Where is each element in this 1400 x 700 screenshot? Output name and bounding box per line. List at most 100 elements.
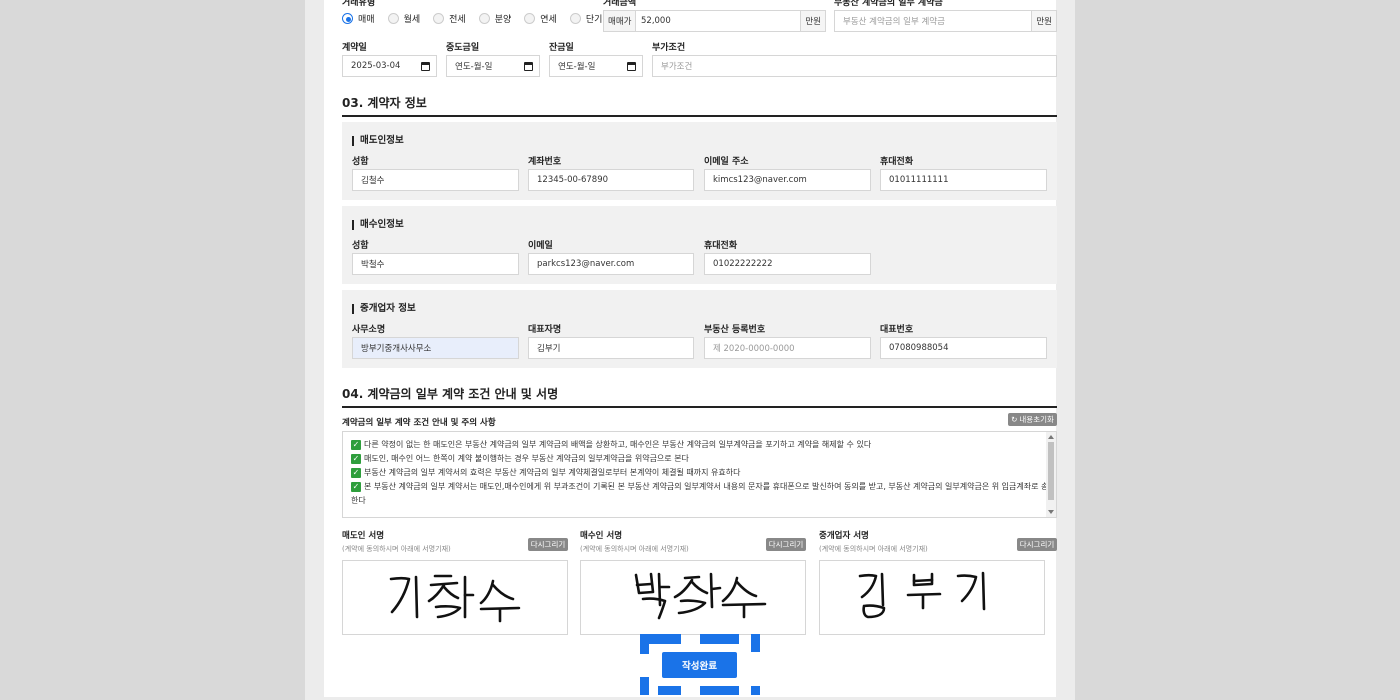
seller-phone-label: 휴대전화	[880, 157, 914, 167]
broker-rep-label: 대표자명	[528, 325, 562, 335]
broker-reg-label: 부동산 등록번호	[704, 325, 766, 335]
seller-signature-drawing	[389, 574, 521, 623]
partial-payment-unit: 만원	[1031, 11, 1056, 31]
submit-button[interactable]: 작성완료	[662, 652, 737, 678]
trade-price-unit: 만원	[800, 11, 825, 31]
seller-signature-title: 매도인 서명	[342, 531, 385, 541]
radio-circle-icon	[569, 13, 581, 24]
radio-deal-type-0[interactable]: 매매	[342, 12, 375, 25]
contract-date-label: 계약일	[342, 43, 367, 53]
trade-price-value: 52,000	[641, 16, 671, 26]
calendar-icon[interactable]	[421, 62, 430, 71]
section-title-terms: 04. 계약금의 일부 계약 조건 안내 및 서명	[342, 387, 559, 401]
seller-redraw-button[interactable]: 다시그리기	[528, 538, 568, 551]
radio-circle-icon	[342, 13, 353, 24]
buyer-signature-canvas[interactable]	[580, 560, 806, 635]
terms-title: 계약금의 일부 계약 조건 안내 및 주의 사항	[342, 418, 496, 428]
section-title-contractor: 03. 계약자 정보	[342, 96, 427, 110]
broker-reg-input[interactable]: 제 2020-0000-0000	[704, 337, 871, 359]
buyer-name-input[interactable]: 박철수	[352, 253, 519, 275]
seller-signature-canvas[interactable]	[342, 560, 568, 635]
partial-payment-label: 부동산 계약금의 일부 계약금	[834, 0, 943, 8]
focus-marker	[640, 634, 681, 644]
radio-circle-icon	[478, 13, 490, 24]
focus-marker	[640, 644, 649, 654]
radio-deal-type-2[interactable]: 전세	[433, 12, 466, 25]
focus-marker	[700, 634, 739, 644]
buyer-email-input[interactable]: parkcs123@naver.com	[528, 253, 694, 275]
seller-signature-sub: (계약에 동의하시며 아래에 서명기재)	[342, 545, 451, 553]
terms-scrollbar[interactable]	[1046, 432, 1056, 517]
broker-tel-input[interactable]: 07080988054	[880, 337, 1047, 359]
focus-marker	[658, 686, 681, 695]
seller-name-label: 성함	[352, 157, 369, 167]
broker-panel-title: 중개업자 정보	[352, 304, 416, 314]
middle-date-label: 중도금일	[446, 43, 480, 53]
term-item: ✓ 본 부동산 계약금의 일부 계약서는 매도인,매수인에게 위 부과조건이 기록…	[351, 481, 1056, 492]
focus-marker	[640, 677, 649, 695]
checkbox-checked-icon: ✓	[351, 439, 361, 450]
partial-payment-placeholder: 부동산 계약금의 일부 계약금	[843, 17, 945, 27]
focus-marker	[751, 634, 760, 652]
buyer-signature-drawing	[634, 572, 767, 620]
scroll-up-icon[interactable]	[1048, 435, 1054, 439]
radio-deal-type-3[interactable]: 분양	[478, 12, 511, 25]
scroll-thumb[interactable]	[1048, 442, 1054, 500]
middle-date-input[interactable]: 연도-월-일	[446, 55, 540, 77]
radio-deal-type-1[interactable]: 월세	[387, 12, 420, 25]
reset-terms-button[interactable]: ↻ 내용초기화	[1008, 413, 1057, 426]
terms-textarea[interactable]: ✓ 다른 약정이 없는 한 매도인은 부동산 계약금의 일부 계약금의 배액을 상…	[342, 431, 1057, 518]
buyer-phone-input[interactable]: 01022222222	[704, 253, 871, 275]
deal-type-label: 거래유형	[342, 0, 376, 8]
trade-price-input[interactable]: 매매가 52,000 만원	[603, 10, 826, 32]
buyer-email-label: 이메일	[528, 241, 553, 251]
buyer-signature-sub: (계약에 동의하시며 아래에 서명기재)	[580, 545, 689, 553]
focus-marker	[751, 686, 760, 695]
focus-marker	[700, 686, 739, 695]
trade-price-prefix: 매매가	[604, 11, 637, 31]
section-divider	[342, 115, 1057, 117]
broker-rep-input[interactable]: 김부기	[528, 337, 694, 359]
term-item: ✓ 매도인, 매수인 어느 한쪽이 계약 불이행하는 경우 부동산 계약금의 일부…	[351, 453, 689, 464]
seller-email-input[interactable]: kimcs123@naver.com	[704, 169, 871, 191]
contract-date-input[interactable]: 2025-03-04	[342, 55, 437, 77]
seller-account-input[interactable]: 12345-00-67890	[528, 169, 694, 191]
checkbox-checked-icon: ✓	[351, 481, 361, 492]
checkbox-checked-icon: ✓	[351, 453, 361, 464]
broker-signature-canvas[interactable]	[819, 560, 1045, 635]
buyer-signature-title: 매수인 서명	[580, 531, 623, 541]
broker-signature-title: 중개업자 서명	[819, 531, 869, 541]
radio-deal-type-5[interactable]: 단기	[569, 12, 602, 25]
section-divider	[342, 406, 1057, 408]
broker-signature-sub: (계약에 동의하시며 아래에 서명기재)	[819, 545, 928, 553]
partial-payment-input[interactable]: 부동산 계약금의 일부 계약금 만원	[834, 10, 1057, 32]
term-item: ✓ 다른 약정이 없는 한 매도인은 부동산 계약금의 일부 계약금의 배액을 상…	[351, 439, 872, 450]
broker-tel-label: 대표번호	[880, 325, 914, 335]
buyer-name-label: 성함	[352, 241, 369, 251]
deal-type-radio-group: 매매 월세 전세 분양 연세 단기	[342, 12, 615, 25]
broker-redraw-button[interactable]: 다시그리기	[1017, 538, 1057, 551]
calendar-icon[interactable]	[524, 62, 533, 71]
calendar-icon[interactable]	[627, 62, 636, 71]
seller-panel-title: 매도인정보	[352, 136, 404, 146]
scroll-down-icon[interactable]	[1048, 510, 1054, 514]
refresh-icon: ↻	[1011, 415, 1018, 424]
extra-condition-label: 부가조건	[652, 43, 686, 53]
buyer-panel-title: 매수인정보	[352, 220, 404, 230]
balance-date-label: 잔금일	[549, 43, 574, 53]
radio-circle-icon	[524, 13, 536, 24]
broker-office-label: 사무소명	[352, 325, 386, 335]
seller-phone-input[interactable]: 01011111111	[880, 169, 1047, 191]
radio-deal-type-4[interactable]: 연세	[524, 12, 557, 25]
radio-circle-icon	[433, 13, 445, 24]
balance-date-input[interactable]: 연도-월-일	[549, 55, 643, 77]
radio-circle-icon	[387, 13, 399, 24]
trade-price-label: 거래금액	[603, 0, 637, 8]
broker-office-input[interactable]: 방부기중개사사무소	[352, 337, 519, 359]
buyer-redraw-button[interactable]: 다시그리기	[766, 538, 806, 551]
broker-signature-drawing	[858, 571, 986, 619]
buyer-phone-label: 휴대전화	[704, 241, 738, 251]
seller-name-input[interactable]: 김철수	[352, 169, 519, 191]
extra-condition-input[interactable]: 부가조건	[652, 55, 1057, 77]
seller-email-label: 이메일 주소	[704, 157, 749, 167]
